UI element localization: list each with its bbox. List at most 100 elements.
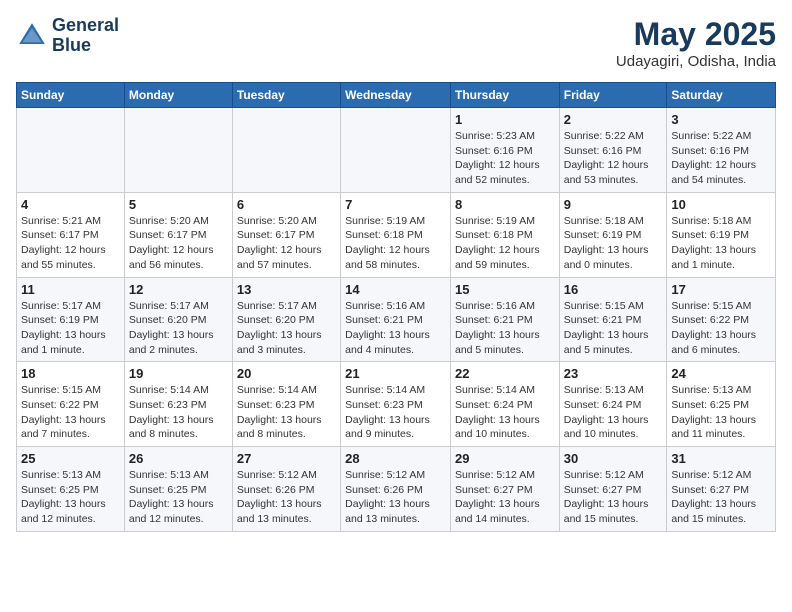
- day-info: Sunrise: 5:12 AM Sunset: 6:26 PM Dayligh…: [237, 468, 336, 527]
- day-info: Sunrise: 5:17 AM Sunset: 6:20 PM Dayligh…: [237, 299, 336, 358]
- calendar-cell: 9Sunrise: 5:18 AM Sunset: 6:19 PM Daylig…: [559, 192, 667, 277]
- day-info: Sunrise: 5:19 AM Sunset: 6:18 PM Dayligh…: [455, 214, 555, 273]
- day-header: Tuesday: [232, 83, 340, 108]
- calendar-cell: [17, 108, 125, 193]
- day-info: Sunrise: 5:23 AM Sunset: 6:16 PM Dayligh…: [455, 129, 555, 188]
- day-info: Sunrise: 5:22 AM Sunset: 6:16 PM Dayligh…: [564, 129, 663, 188]
- day-info: Sunrise: 5:12 AM Sunset: 6:27 PM Dayligh…: [455, 468, 555, 527]
- calendar-cell: 22Sunrise: 5:14 AM Sunset: 6:24 PM Dayli…: [450, 362, 559, 447]
- day-info: Sunrise: 5:14 AM Sunset: 6:24 PM Dayligh…: [455, 383, 555, 442]
- day-info: Sunrise: 5:14 AM Sunset: 6:23 PM Dayligh…: [237, 383, 336, 442]
- day-number: 1: [455, 112, 555, 127]
- day-info: Sunrise: 5:13 AM Sunset: 6:25 PM Dayligh…: [129, 468, 228, 527]
- day-info: Sunrise: 5:16 AM Sunset: 6:21 PM Dayligh…: [455, 299, 555, 358]
- day-number: 13: [237, 282, 336, 297]
- day-info: Sunrise: 5:17 AM Sunset: 6:20 PM Dayligh…: [129, 299, 228, 358]
- day-number: 12: [129, 282, 228, 297]
- day-info: Sunrise: 5:13 AM Sunset: 6:25 PM Dayligh…: [21, 468, 120, 527]
- day-number: 4: [21, 197, 120, 212]
- day-number: 23: [564, 366, 663, 381]
- day-number: 28: [345, 451, 446, 466]
- day-info: Sunrise: 5:15 AM Sunset: 6:22 PM Dayligh…: [671, 299, 771, 358]
- calendar-week-row: 18 Sunrise: 5:15 AM Sunset: 6:22 PM Dayli…: [17, 362, 776, 447]
- day-number: 3: [671, 112, 771, 127]
- logo-text: General Blue: [52, 16, 119, 56]
- calendar-cell: 11Sunrise: 5:17 AM Sunset: 6:19 PM Dayli…: [17, 277, 125, 362]
- day-header: Monday: [124, 83, 232, 108]
- day-number: 17: [671, 282, 771, 297]
- calendar-cell: 13 Sunrise: 5:17 AM Sunset: 6:20 PM Dayli…: [232, 277, 340, 362]
- calendar-cell: 31Sunrise: 5:12 AM Sunset: 6:27 PM Dayli…: [667, 447, 776, 532]
- calendar-cell: [124, 108, 232, 193]
- day-number: 10: [671, 197, 771, 212]
- calendar-week-row: 11Sunrise: 5:17 AM Sunset: 6:19 PM Dayli…: [17, 277, 776, 362]
- calendar-title: May 2025: [616, 16, 776, 53]
- day-number: 19: [129, 366, 228, 381]
- day-info: Sunrise: 5:14 AM Sunset: 6:23 PM Dayligh…: [345, 383, 446, 442]
- calendar-week-row: 25Sunrise: 5:13 AM Sunset: 6:25 PM Dayli…: [17, 447, 776, 532]
- logo: General Blue: [16, 16, 119, 56]
- calendar-cell: 21 Sunrise: 5:14 AM Sunset: 6:23 PM Dayli…: [341, 362, 451, 447]
- day-number: 18: [21, 366, 120, 381]
- day-number: 21: [345, 366, 446, 381]
- day-number: 5: [129, 197, 228, 212]
- day-info: Sunrise: 5:13 AM Sunset: 6:24 PM Dayligh…: [564, 383, 663, 442]
- day-info: Sunrise: 5:17 AM Sunset: 6:19 PM Dayligh…: [21, 299, 120, 358]
- calendar-cell: 5 Sunrise: 5:20 AM Sunset: 6:17 PM Daylig…: [124, 192, 232, 277]
- calendar-cell: 6 Sunrise: 5:20 AM Sunset: 6:17 PM Daylig…: [232, 192, 340, 277]
- calendar-cell: [341, 108, 451, 193]
- calendar-week-row: 1 Sunrise: 5:23 AM Sunset: 6:16 PM Daylig…: [17, 108, 776, 193]
- title-block: May 2025 Udayagiri, Odisha, India: [616, 16, 776, 70]
- day-number: 30: [564, 451, 663, 466]
- day-info: Sunrise: 5:21 AM Sunset: 6:17 PM Dayligh…: [21, 214, 120, 273]
- day-info: Sunrise: 5:15 AM Sunset: 6:21 PM Dayligh…: [564, 299, 663, 358]
- calendar-cell: 16 Sunrise: 5:15 AM Sunset: 6:21 PM Dayli…: [559, 277, 667, 362]
- calendar-cell: 10Sunrise: 5:18 AM Sunset: 6:19 PM Dayli…: [667, 192, 776, 277]
- day-info: Sunrise: 5:20 AM Sunset: 6:17 PM Dayligh…: [237, 214, 336, 273]
- calendar-cell: 20Sunrise: 5:14 AM Sunset: 6:23 PM Dayli…: [232, 362, 340, 447]
- calendar-cell: 4 Sunrise: 5:21 AM Sunset: 6:17 PM Daylig…: [17, 192, 125, 277]
- day-number: 6: [237, 197, 336, 212]
- day-info: Sunrise: 5:20 AM Sunset: 6:17 PM Dayligh…: [129, 214, 228, 273]
- day-info: Sunrise: 5:22 AM Sunset: 6:16 PM Dayligh…: [671, 129, 771, 188]
- day-number: 8: [455, 197, 555, 212]
- calendar-cell: 2 Sunrise: 5:22 AM Sunset: 6:16 PM Daylig…: [559, 108, 667, 193]
- day-info: Sunrise: 5:13 AM Sunset: 6:25 PM Dayligh…: [671, 383, 771, 442]
- calendar-week-row: 4 Sunrise: 5:21 AM Sunset: 6:17 PM Daylig…: [17, 192, 776, 277]
- calendar-cell: 23 Sunrise: 5:13 AM Sunset: 6:24 PM Dayli…: [559, 362, 667, 447]
- day-number: 15: [455, 282, 555, 297]
- calendar-cell: 25Sunrise: 5:13 AM Sunset: 6:25 PM Dayli…: [17, 447, 125, 532]
- calendar-cell: 26 Sunrise: 5:13 AM Sunset: 6:25 PM Dayli…: [124, 447, 232, 532]
- day-info: Sunrise: 5:14 AM Sunset: 6:23 PM Dayligh…: [129, 383, 228, 442]
- calendar-subtitle: Udayagiri, Odisha, India: [616, 53, 776, 70]
- calendar-cell: 30Sunrise: 5:12 AM Sunset: 6:27 PM Dayli…: [559, 447, 667, 532]
- calendar-cell: 17 Sunrise: 5:15 AM Sunset: 6:22 PM Dayli…: [667, 277, 776, 362]
- day-number: 2: [564, 112, 663, 127]
- day-info: Sunrise: 5:16 AM Sunset: 6:21 PM Dayligh…: [345, 299, 446, 358]
- calendar-cell: 29 Sunrise: 5:12 AM Sunset: 6:27 PM Dayli…: [450, 447, 559, 532]
- calendar-cell: 24 Sunrise: 5:13 AM Sunset: 6:25 PM Dayli…: [667, 362, 776, 447]
- day-number: 27: [237, 451, 336, 466]
- day-number: 9: [564, 197, 663, 212]
- day-info: Sunrise: 5:15 AM Sunset: 6:22 PM Dayligh…: [21, 383, 120, 442]
- calendar-cell: 7Sunrise: 5:19 AM Sunset: 6:18 PM Daylig…: [341, 192, 451, 277]
- calendar-cell: 14Sunrise: 5:16 AM Sunset: 6:21 PM Dayli…: [341, 277, 451, 362]
- day-info: Sunrise: 5:19 AM Sunset: 6:18 PM Dayligh…: [345, 214, 446, 273]
- logo-icon: [16, 20, 48, 52]
- calendar-cell: 15 Sunrise: 5:16 AM Sunset: 6:21 PM Dayli…: [450, 277, 559, 362]
- calendar-cell: 3 Sunrise: 5:22 AM Sunset: 6:16 PM Daylig…: [667, 108, 776, 193]
- day-number: 24: [671, 366, 771, 381]
- day-number: 26: [129, 451, 228, 466]
- calendar-cell: [232, 108, 340, 193]
- day-header: Wednesday: [341, 83, 451, 108]
- calendar-cell: 8 Sunrise: 5:19 AM Sunset: 6:18 PM Daylig…: [450, 192, 559, 277]
- day-number: 29: [455, 451, 555, 466]
- day-header: Friday: [559, 83, 667, 108]
- calendar-table: SundayMondayTuesdayWednesdayThursdayFrid…: [16, 82, 776, 532]
- day-number: 16: [564, 282, 663, 297]
- day-info: Sunrise: 5:12 AM Sunset: 6:27 PM Dayligh…: [671, 468, 771, 527]
- calendar-cell: 27 Sunrise: 5:12 AM Sunset: 6:26 PM Dayli…: [232, 447, 340, 532]
- day-header: Thursday: [450, 83, 559, 108]
- day-info: Sunrise: 5:12 AM Sunset: 6:26 PM Dayligh…: [345, 468, 446, 527]
- day-header: Saturday: [667, 83, 776, 108]
